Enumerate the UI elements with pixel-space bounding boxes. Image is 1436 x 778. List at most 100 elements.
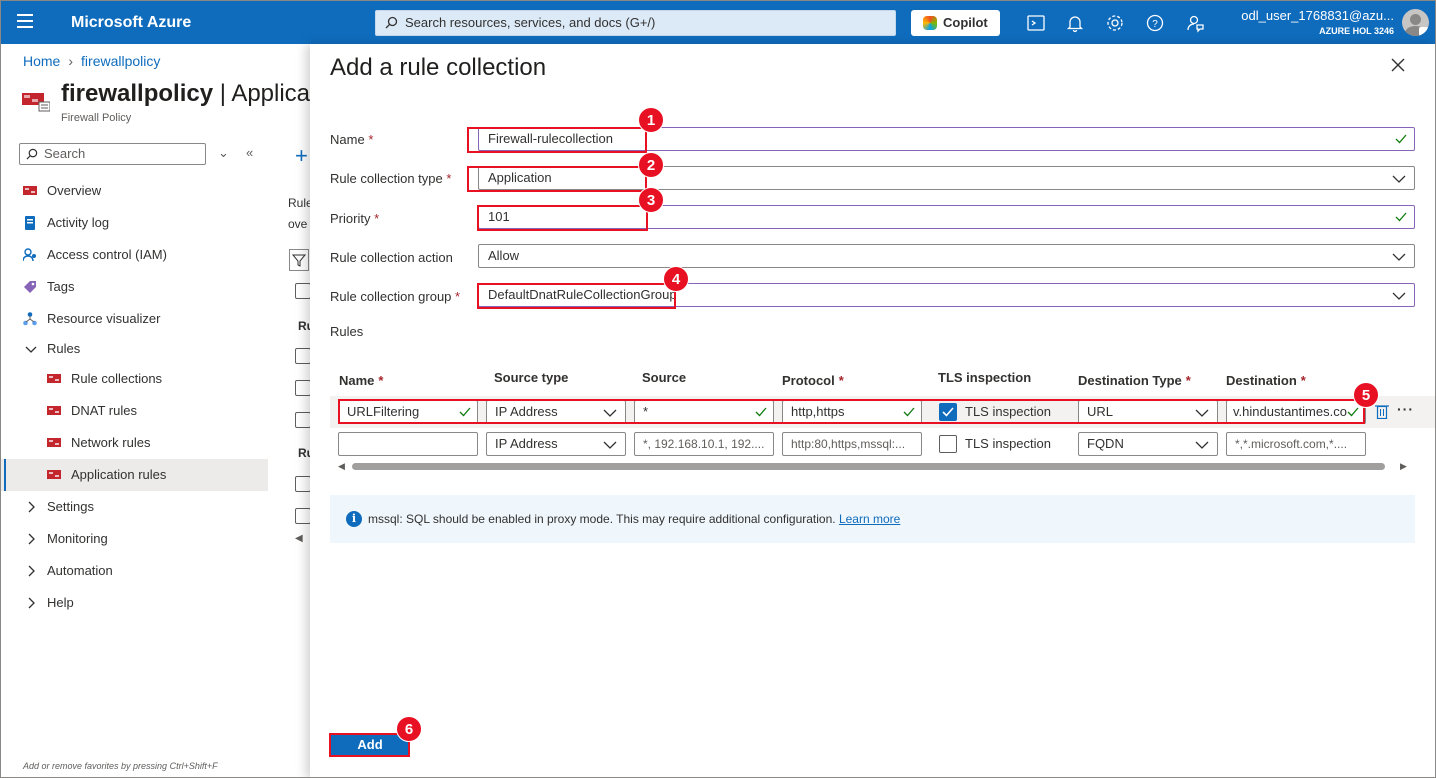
new-tls-inspection-checkbox[interactable] [939,435,957,453]
sidebar-item-label: Rule collections [71,371,163,386]
info-banner: i mssql: SQL should be enabled in proxy … [330,495,1415,543]
protocol-field[interactable]: http,https [782,400,922,424]
collapse-sidebar-icon[interactable]: « [246,145,253,160]
rule-name-field[interactable]: URLFiltering [338,400,478,424]
copilot-button[interactable]: Copilot [911,10,1000,36]
tls-inspection-checkbox[interactable] [939,403,957,421]
resource-type: Firewall Policy [61,112,132,124]
rule-collection-type-select[interactable]: Application [478,166,1415,190]
close-icon[interactable] [1390,57,1406,73]
chevron-right-icon [28,597,35,609]
rules-section-label: Rules [330,324,364,339]
sidebar-item-network-rules[interactable]: Network rules [1,427,268,459]
scroll-left-icon[interactable]: ◀ [338,461,345,472]
sidebar-item-application-rules[interactable]: Application rules [1,459,268,491]
name-field[interactable]: Firewall-rulecollection [478,127,1415,151]
expand-collapse-icon[interactable]: ⌄ [218,145,229,161]
sidebar-item-resource-visualizer[interactable]: Resource visualizer [1,303,268,335]
sidebar-item-tags[interactable]: Tags [1,271,268,303]
brand-title[interactable]: Microsoft Azure [71,14,191,32]
row-checkbox[interactable] [295,380,311,396]
new-rule-name-field[interactable] [338,432,478,456]
row-checkbox[interactable] [295,348,311,364]
rule-collection-action-select[interactable]: Allow [478,244,1415,268]
sidebar-group-automation[interactable]: Automation [1,555,268,587]
sidebar-group-rules[interactable]: Rules [1,335,268,363]
new-protocol-field[interactable]: http:80,https,mssql:... [782,432,922,456]
source-type-select[interactable]: IP Address [486,400,626,424]
new-source-type-select[interactable]: IP Address [486,432,626,456]
tenant-name: AZURE HOL 3246 [1319,26,1394,36]
sidebar-item-overview[interactable]: Overview [1,175,268,207]
destination-type-select[interactable]: URL [1078,400,1218,424]
learn-more-link[interactable]: Learn more [839,512,900,526]
chevron-down-icon [1392,175,1406,183]
sidebar-group-settings[interactable]: Settings [1,491,268,523]
filter-icon[interactable] [289,249,309,271]
account-info[interactable]: odl_user_1768831@azu... AZURE HOL 3246 [1234,8,1394,36]
svg-text:?: ? [1152,19,1158,30]
search-icon [26,148,38,160]
row-checkbox[interactable] [295,283,311,299]
global-search-input[interactable]: Search resources, services, and docs (G+… [375,10,896,36]
column-header-destination: Destination * [1226,373,1306,388]
iam-icon [23,248,36,262]
sidebar-search-input[interactable]: Search [19,143,206,165]
chevron-down-icon [1195,441,1209,449]
table-horizontal-scrollbar[interactable]: ◀ ▶ [330,461,1415,471]
firewall-icon [47,470,61,479]
blade-content-strip: + Rule ove Ru Ru ◀ [286,141,314,561]
info-text: mssql: SQL should be enabled in proxy mo… [368,512,836,526]
scroll-left-icon[interactable]: ◀ [295,533,303,544]
firewall-icon [47,438,61,447]
sidebar-item-label: Rules [47,341,81,356]
scroll-right-icon[interactable]: ▶ [1400,461,1407,472]
checkmark-icon [1395,134,1407,144]
chevron-right-icon [28,533,35,545]
sidebar-item-label: Application rules [71,467,167,482]
firewall-icon [23,186,37,195]
new-source-field[interactable]: *, 192.168.10.1, 192.... [634,432,774,456]
settings-gear-icon[interactable] [1105,13,1125,33]
type-value: Application [488,170,552,185]
new-destination-type-select[interactable]: FQDN [1078,432,1218,456]
row-checkbox[interactable] [295,476,311,492]
copilot-icon [923,16,937,30]
log-icon [25,216,35,230]
priority-field[interactable]: 101 [478,205,1415,229]
step-badge: 4 [663,266,689,292]
rule-collection-group-select[interactable]: DefaultDnatRuleCollectionGroup [478,283,1415,307]
firewall-policy-icon [22,93,50,112]
sidebar-item-iam[interactable]: Access control (IAM) [1,239,268,271]
sidebar-item-rule-collections[interactable]: Rule collections [1,363,268,395]
checkmark-icon [1347,407,1359,417]
sidebar-item-activity-log[interactable]: Activity log [1,207,268,239]
help-icon[interactable]: ? [1145,13,1165,33]
sidebar-item-dnat-rules[interactable]: DNAT rules [1,395,268,427]
feedback-icon[interactable] [1185,13,1205,33]
more-options-icon[interactable]: ··· [1397,401,1414,417]
delete-icon[interactable] [1375,403,1389,419]
name-label: Name * [330,132,374,147]
sidebar-group-help[interactable]: Help [1,587,268,619]
cloud-shell-icon[interactable] [1026,13,1046,33]
breadcrumb-resource[interactable]: firewallpolicy [81,53,160,69]
destination-field[interactable]: v.hindustantimes.co [1226,400,1366,424]
notifications-icon[interactable] [1065,13,1085,33]
firewall-icon [47,374,61,383]
add-rule-collection-panel: Add a rule collection Name * Firewall-ru… [310,44,1435,777]
column-header-name: Name * [339,373,384,388]
checkmark-icon [459,407,471,417]
row-checkbox[interactable] [295,508,311,524]
favorites-hint: Add or remove favorites by pressing Ctrl… [23,761,218,771]
avatar[interactable] [1402,9,1429,36]
sidebar-item-label: Network rules [71,435,151,450]
breadcrumb-home[interactable]: Home [23,53,60,69]
sidebar-group-monitoring[interactable]: Monitoring [1,523,268,555]
menu-icon[interactable] [17,14,33,30]
scrollbar-thumb[interactable] [352,463,1385,470]
row-checkbox[interactable] [295,412,311,428]
source-field[interactable]: * [634,400,774,424]
new-destination-field[interactable]: *,*.microsoft.com,*.... [1226,432,1366,456]
add-icon[interactable]: + [295,143,308,169]
